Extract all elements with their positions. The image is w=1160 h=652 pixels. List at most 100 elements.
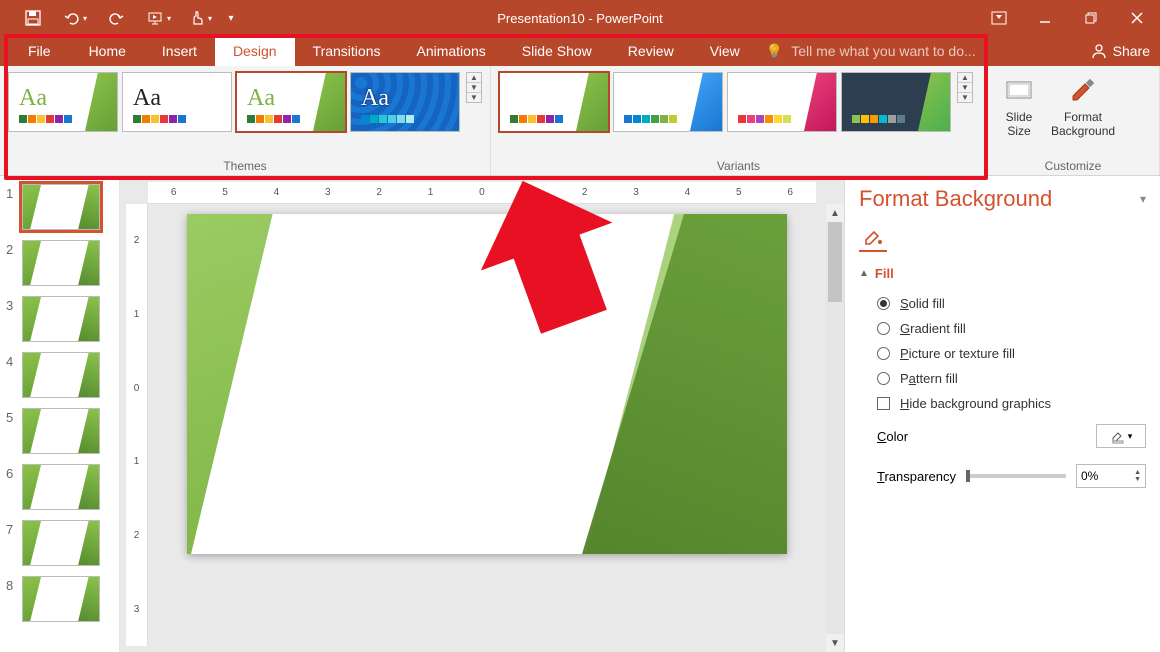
thumb-number: 5 [6,408,18,425]
theme-thumb-1[interactable]: Aa [8,72,118,132]
lightbulb-icon: 💡 [766,43,783,60]
qat-customize-button[interactable]: ▾ [222,0,240,36]
slide-thumbnail-7[interactable]: 7 [6,520,113,566]
share-button[interactable]: Share [1081,36,1160,66]
ruler-tick: 2 [134,235,140,246]
slide-thumbnail-6[interactable]: 6 [6,464,113,510]
save-button[interactable] [12,0,54,36]
color-picker-button[interactable]: ▾ [1096,424,1146,448]
scroll-up-button[interactable]: ▲ [826,204,844,222]
variant-thumb-3[interactable] [727,72,837,132]
thumb-preview [22,464,100,510]
radio-icon [877,347,890,360]
option-solid-fill[interactable]: Solid fill [859,291,1146,316]
tab-review[interactable]: Review [610,36,692,66]
slide-thumbnail-2[interactable]: 2 [6,240,113,286]
share-label: Share [1113,43,1150,59]
radio-icon [877,297,890,310]
fill-category-icon[interactable] [859,224,887,252]
tab-slide-show[interactable]: Slide Show [504,36,610,66]
transparency-label: ransparency [884,469,956,484]
caret-down-icon: ▲ [859,268,869,279]
undo-button[interactable]: ▾ [54,0,96,36]
vertical-ruler: 210123 [126,204,148,646]
slide-thumbnail-3[interactable]: 3 [6,296,113,342]
redo-button[interactable] [96,0,138,36]
theme-thumb-2[interactable]: Aa [122,72,232,132]
theme-thumb-3[interactable]: Aa [236,72,346,132]
ruler-tick: 5 [222,187,228,198]
minimize-button[interactable] [1022,0,1068,36]
radio-icon [877,372,890,385]
ruler-tick: 1 [531,187,537,198]
option-picture-fill[interactable]: Picture or texture fill [859,341,1146,366]
slide-thumbnail-5[interactable]: 5 [6,408,113,454]
stepper-arrows-icon: ▲▼ [1134,469,1141,483]
option-pattern-fill[interactable]: Pattern fill [859,366,1146,391]
group-label-variants: Variants [491,159,986,173]
slide-size-button[interactable]: Slide Size [995,72,1043,155]
variant-thumb-4[interactable] [841,72,951,132]
ribbon-display-button[interactable] [976,0,1022,36]
transparency-row: Transparency 0% ▲▼ [859,456,1146,496]
section-fill[interactable]: ▲ Fill [859,266,1146,281]
slide-thumbnail-8[interactable]: 8 [6,576,113,622]
thumb-number: 4 [6,352,18,369]
slide-thumbnail-4[interactable]: 4 [6,352,113,398]
close-button[interactable] [1114,0,1160,36]
restore-button[interactable] [1068,0,1114,36]
thumb-number: 6 [6,464,18,481]
section-fill-label: Fill [875,266,894,281]
scroll-track[interactable] [826,222,844,634]
slide-size-icon [1003,74,1035,106]
tab-home[interactable]: Home [71,36,144,66]
thumb-preview [22,184,100,230]
thumb-preview [22,576,100,622]
thumb-number: 2 [6,240,18,257]
variants-gallery-spinner[interactable]: ▲▼▼ [957,72,973,103]
tab-insert[interactable]: Insert [144,36,215,66]
option-hide-graphics[interactable]: Hide background graphics [859,391,1146,416]
thumb-preview [22,520,100,566]
ruler-tick: 1 [134,456,140,467]
vertical-scrollbar[interactable]: ▲ ▼ [826,204,844,652]
format-background-button[interactable]: Format Background [1043,72,1123,155]
canvas-wrap [148,204,826,652]
ruler-tick: 2 [582,187,588,198]
scroll-thumb[interactable] [828,222,842,302]
ruler-tick: 0 [134,383,140,394]
tab-animations[interactable]: Animations [398,36,503,66]
tab-view[interactable]: View [692,36,758,66]
pane-title: Format Background [859,186,1052,212]
transparency-spinbox[interactable]: 0% ▲▼ [1076,464,1146,488]
scroll-down-button[interactable]: ▼ [826,634,844,652]
slide-thumbnail-1[interactable]: 1 [6,184,113,230]
thumb-preview [22,296,100,342]
format-bg-label: Format Background [1051,110,1115,139]
slide-canvas[interactable] [187,214,787,554]
transparency-slider[interactable] [966,474,1066,478]
opt-picture-label: icture or texture fill [909,346,1015,361]
variant-thumb-1[interactable] [499,72,609,132]
tab-file[interactable]: File [8,36,71,66]
title-bar: ▾ ▾ ▾ ▾ Presentation10 - PowerPoint [0,0,1160,36]
touch-mode-button[interactable]: ▾ [180,0,222,36]
window-controls [976,0,1160,36]
option-gradient-fill[interactable]: Gradient fill [859,316,1146,341]
tab-transitions[interactable]: Transitions [295,36,399,66]
start-from-beginning-button[interactable]: ▾ [138,0,180,36]
pane-menu-button[interactable]: ▾ [1140,192,1146,206]
thumb-number: 7 [6,520,18,537]
ruler-tick: 0 [479,187,485,198]
slide-decor-right [507,214,787,554]
tab-design[interactable]: Design [215,36,295,66]
transparency-value: 0% [1081,469,1098,483]
ruler-tick: 3 [134,604,140,615]
slide-size-label: Slide Size [1006,110,1033,139]
tell-me-search[interactable]: 💡 Tell me what you want to do... [766,36,976,66]
slide-thumbnail-pane[interactable]: 1 2 3 4 5 6 7 8 [0,176,120,652]
variant-thumb-2[interactable] [613,72,723,132]
paint-bucket-icon [862,226,884,248]
themes-gallery-spinner[interactable]: ▲▼▼ [466,72,482,103]
theme-thumb-4[interactable]: Aa [350,72,460,132]
